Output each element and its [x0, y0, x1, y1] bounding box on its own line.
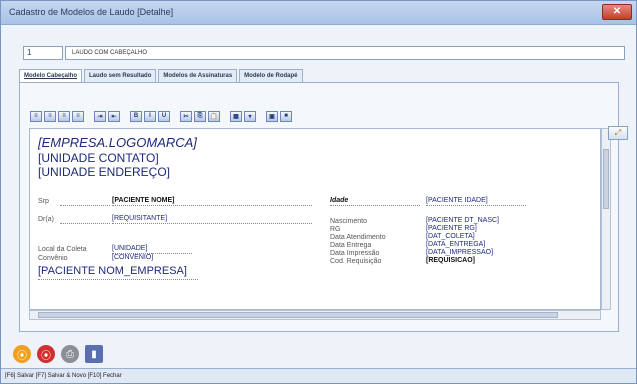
paste-button[interactable]: 📋 [208, 110, 220, 122]
justify-button[interactable]: ≡ [72, 110, 84, 122]
requisicao-field: [REQUISICAO] [426, 257, 475, 264]
cancel-icon[interactable]: ⦿ [37, 345, 55, 363]
table-button[interactable]: ▦ [230, 110, 242, 122]
code-field[interactable]: 1 [23, 46, 63, 60]
align-right-button[interactable]: ≡ [58, 110, 70, 122]
empresa-field: [PACIENTE NOM_EMPRESA] [38, 265, 187, 277]
unidade-field: [UNIDADE] [112, 245, 148, 252]
rg-label: RG [330, 226, 341, 233]
entrega-field: [DATA_ENTREGA] [426, 241, 486, 248]
entrega-label: Data Entrega [330, 242, 372, 249]
requisitante-field: [REQUISITANTE] [112, 215, 168, 222]
requisicao-label: Cod. Requisição [330, 258, 382, 265]
copy-button[interactable]: ⎘ [194, 110, 206, 122]
italic-button[interactable]: I [144, 110, 156, 122]
logo-field: [EMPRESA.LOGOMARCA] [38, 135, 197, 150]
idade-label: Idade [330, 197, 349, 204]
exit-icon[interactable]: ▮ [85, 345, 103, 363]
contato-field: [UNIDADE CONTATO] [38, 151, 159, 165]
status-bar: [F6] Salvar [F7] Salvar & Novo [F10] Fec… [1, 368, 636, 383]
paciente-nome-field: [PACIENTE NOME] [112, 197, 175, 204]
format-toolbar: ≡ ≡ ≡ ≡ ⇥ ⇤ B I U ✂ ⎘ 📋 ▦ ▾ ▣ ■ [30, 109, 294, 123]
paciente-idade-field: [PACIENTE IDADE] [426, 197, 488, 204]
rg-field: [PACIENTE RG] [426, 225, 477, 232]
dr-label: Dr(a) [38, 216, 54, 223]
expand-button[interactable]: ⤢ [608, 126, 628, 140]
vertical-scrollbar[interactable] [601, 128, 611, 310]
tab-panel: ≡ ≡ ≡ ≡ ⇥ ⇤ B I U ✂ ⎘ 📋 ▦ ▾ ▣ ■ [EMPRESA… [19, 82, 619, 332]
convenio-label: Convênio [38, 255, 68, 262]
close-button[interactable]: ✕ [602, 4, 632, 20]
action-bar: ⦿ ⦿ ⎙ ▮ [1, 341, 636, 367]
indent-button[interactable]: ⇥ [94, 110, 106, 122]
impressao-label: Data Impressão [330, 250, 380, 257]
save-icon[interactable]: ⦿ [13, 345, 31, 363]
horizontal-scrollbar[interactable] [29, 310, 601, 320]
local-coleta-label: Local da Coleta [38, 246, 87, 253]
impressao-field: [DATA_IMPRESSAO] [426, 249, 494, 256]
bold-button[interactable]: B [130, 110, 142, 122]
tab-modelo-cabecalho[interactable]: Modelo Cabeçalho [19, 69, 83, 83]
print-icon[interactable]: ⎙ [61, 345, 79, 363]
align-center-button[interactable]: ≡ [44, 110, 56, 122]
outdent-button[interactable]: ⇤ [108, 110, 120, 122]
insert-button[interactable]: ■ [280, 110, 292, 122]
tab-strip: Modelo Cabeçalho Laudo sem Resultado Mod… [19, 69, 305, 83]
table-dropdown-button[interactable]: ▾ [244, 110, 256, 122]
app-window: Cadastro de Modelos de Laudo [Detalhe] ✕… [0, 0, 637, 384]
description-field[interactable]: LAUDO COM CABEÇALHO [65, 46, 625, 60]
rich-text-editor[interactable]: [EMPRESA.LOGOMARCA] [UNIDADE CONTATO] [U… [29, 128, 601, 310]
align-left-button[interactable]: ≡ [30, 110, 42, 122]
atendimento-field: [DAT_COLETA] [426, 233, 475, 240]
nascimento-label: Nascimento [330, 218, 367, 225]
nascimento-field: [PACIENTE DT_NASC] [426, 217, 499, 224]
tab-modelos-assinaturas[interactable]: Modelos de Assinaturas [158, 69, 238, 82]
atendimento-label: Data Atendimento [330, 234, 386, 241]
tab-laudo-sem-resultado[interactable]: Laudo sem Resultado [84, 69, 157, 82]
convenio-field: [CONVENIO] [112, 254, 154, 261]
tab-modelo-rodape[interactable]: Modelo de Rodapé [239, 69, 303, 82]
image-button[interactable]: ▣ [266, 110, 278, 122]
sr-label: Srp [38, 198, 49, 205]
cut-button[interactable]: ✂ [180, 110, 192, 122]
window-title: Cadastro de Modelos de Laudo [Detalhe] [9, 7, 174, 17]
endereco-field: [UNIDADE ENDEREÇO] [38, 165, 171, 179]
title-bar: Cadastro de Modelos de Laudo [Detalhe] ✕ [1, 1, 636, 25]
underline-button[interactable]: U [158, 110, 170, 122]
